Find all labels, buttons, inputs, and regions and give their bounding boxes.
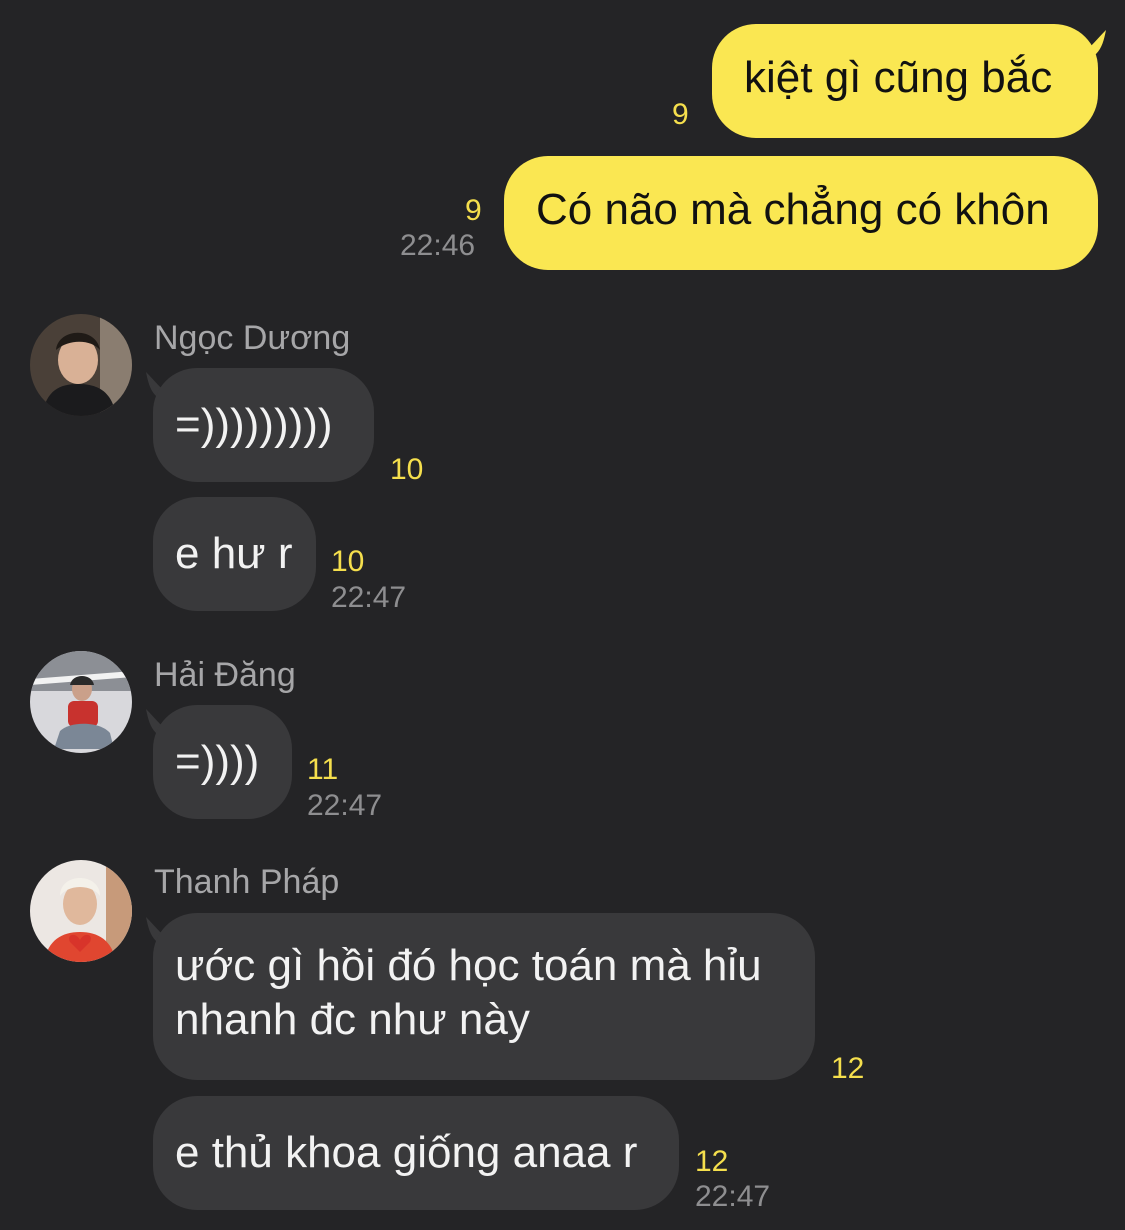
avatar-thanh-phap[interactable] bbox=[30, 860, 132, 962]
message-text: =)))) bbox=[175, 737, 260, 786]
message-text: ước gì hồi đó học toán mà hỉu nhanh đc n… bbox=[175, 941, 762, 1044]
outgoing-message-bubble[interactable]: Có não mà chẳng có khôn bbox=[504, 156, 1098, 270]
outgoing-message-bubble[interactable]: kiệt gì cũng bắc bbox=[712, 24, 1098, 138]
sender-name: Thanh Pháp bbox=[154, 863, 340, 901]
unread-count: 12 bbox=[831, 1052, 865, 1085]
incoming-message-bubble[interactable]: e hư r bbox=[153, 497, 316, 611]
unread-count: 11 bbox=[307, 753, 339, 786]
message-timestamp: 22:47 bbox=[695, 1180, 771, 1213]
sender-name: Hải Đăng bbox=[154, 656, 296, 694]
unread-count: 10 bbox=[331, 545, 365, 578]
incoming-message-bubble[interactable]: =)))) bbox=[153, 705, 292, 819]
unread-count: 10 bbox=[390, 453, 424, 486]
unread-count: 9 bbox=[672, 98, 689, 131]
message-text: e thủ khoa giống anaa r bbox=[175, 1128, 638, 1177]
message-timestamp: 22:46 bbox=[400, 229, 476, 262]
message-text: =))))))))) bbox=[175, 400, 333, 449]
sender-name: Ngọc Dương bbox=[154, 319, 351, 357]
message-text: Có não mà chẳng có khôn bbox=[536, 185, 1050, 234]
avatar-hai-dang[interactable] bbox=[30, 651, 132, 753]
message-text: e hư r bbox=[175, 529, 293, 578]
unread-count: 9 bbox=[465, 194, 482, 227]
incoming-message-bubble[interactable]: =))))))))) bbox=[153, 368, 374, 482]
incoming-message-bubble[interactable]: ước gì hồi đó học toán mà hỉu nhanh đc n… bbox=[153, 913, 815, 1080]
message-timestamp: 22:47 bbox=[331, 581, 407, 614]
unread-count: 12 bbox=[695, 1145, 729, 1178]
message-timestamp: 22:47 bbox=[307, 789, 383, 822]
message-text: kiệt gì cũng bắc bbox=[744, 53, 1053, 102]
incoming-message-bubble[interactable]: e thủ khoa giống anaa r bbox=[153, 1096, 679, 1210]
avatar-ngoc-duong[interactable] bbox=[30, 314, 132, 416]
